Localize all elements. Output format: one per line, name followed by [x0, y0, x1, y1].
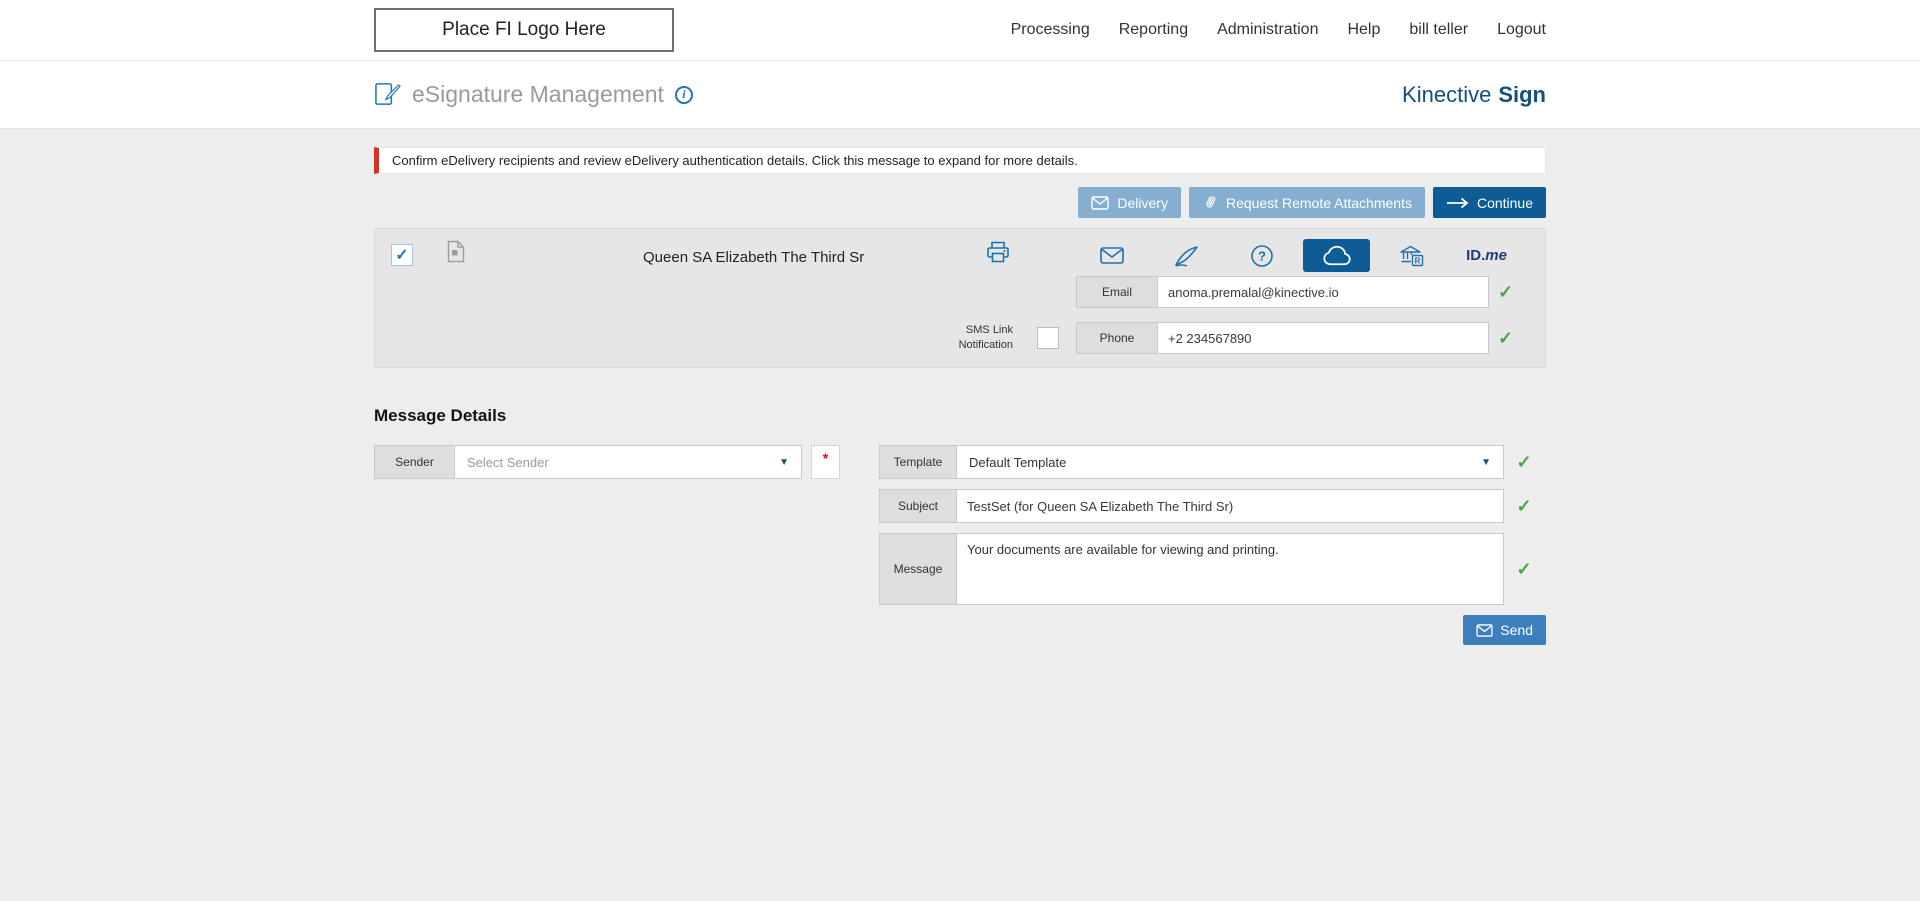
delivery-button-label: Delivery: [1117, 194, 1168, 211]
send-row: Send: [879, 615, 1546, 645]
esign-pen-icon[interactable]: [1153, 239, 1220, 272]
delivery-method-icons: ? R ID. me: [1074, 239, 1524, 272]
esignature-doc-pen-icon: [374, 81, 401, 108]
phone-row: Phone ✓: [1076, 322, 1513, 354]
top-nav: Processing Reporting Administration Help…: [1011, 21, 1546, 39]
template-row: Template Default Template ▼ ✓: [879, 445, 1546, 479]
template-label: Template: [879, 445, 956, 479]
email-input[interactable]: [1157, 276, 1489, 308]
send-button[interactable]: Send: [1463, 615, 1546, 645]
cloud-delivery-icon[interactable]: [1303, 239, 1370, 272]
phone-valid-check-icon: ✓: [1498, 327, 1514, 348]
idme-me: me: [1485, 247, 1507, 264]
question-glyph: ?: [1258, 248, 1266, 263]
send-button-label: Send: [1500, 622, 1533, 638]
sender-required-marker: *: [811, 445, 840, 479]
message-valid-check-icon: ✓: [1516, 558, 1532, 579]
chevron-down-icon: ▼: [1481, 456, 1491, 468]
recipient-card: ✓ Queen SA Elizabeth The Third Sr ? R ID…: [374, 228, 1546, 368]
template-select[interactable]: Default Template ▼: [956, 445, 1504, 479]
sender-placeholder: Select Sender: [467, 454, 549, 470]
actions-row: Delivery Request Remote Attachments Cont…: [374, 187, 1546, 218]
printer-icon[interactable]: [985, 240, 1011, 269]
email-delivery-icon[interactable]: [1078, 239, 1145, 272]
nav-help[interactable]: Help: [1347, 21, 1380, 39]
recipient-name: Queen SA Elizabeth The Third Sr: [643, 249, 865, 266]
sms-link-notification-label: SMS Link Notification: [958, 324, 1013, 351]
phone-input[interactable]: [1157, 322, 1489, 354]
remote-bank-icon[interactable]: R: [1378, 239, 1445, 272]
sender-select[interactable]: Select Sender ▼: [454, 445, 802, 479]
send-envelope-icon: [1476, 623, 1493, 637]
paperclip-icon: [1199, 191, 1221, 213]
main-content: Confirm eDelivery recipients and review …: [0, 129, 1920, 645]
recipient-checkbox[interactable]: ✓: [391, 244, 413, 266]
message-details-form: Sender Select Sender ▼ * Template Defaul…: [374, 445, 1546, 645]
fi-logo-placeholder: Place FI Logo Here: [374, 8, 674, 52]
sender-label: Sender: [374, 445, 454, 479]
continue-button[interactable]: Continue: [1432, 187, 1546, 218]
email-row: Email ✓: [1076, 276, 1513, 308]
message-details-heading: Message Details: [374, 406, 507, 425]
subject-valid-check-icon: ✓: [1516, 495, 1532, 516]
security-question-icon[interactable]: ?: [1228, 239, 1295, 272]
sms-notification-checkbox[interactable]: [1037, 327, 1059, 349]
arrow-right-icon: [1446, 197, 1469, 209]
brand-name: Kinective: [1402, 81, 1492, 107]
template-value: Default Template: [969, 454, 1067, 470]
idme-logo[interactable]: ID. me: [1453, 239, 1520, 272]
brand-product: Sign: [1498, 81, 1546, 107]
envelope-icon: [1091, 195, 1110, 210]
phone-label: Phone: [1076, 322, 1157, 354]
idme-id: ID.: [1466, 247, 1486, 264]
brand-logo: Kinective Sign: [1402, 82, 1546, 108]
subject-label: Subject: [879, 489, 956, 523]
nav-processing[interactable]: Processing: [1011, 21, 1090, 39]
page-title: eSignature Management: [412, 81, 664, 107]
sub-header: eSignature Management i Kinective Sign: [0, 61, 1920, 129]
chevron-down-icon: ▼: [779, 456, 789, 468]
nav-logout[interactable]: Logout: [1497, 21, 1546, 39]
template-valid-check-icon: ✓: [1516, 451, 1532, 472]
message-textarea[interactable]: Your documents are available for viewing…: [956, 533, 1504, 605]
remote-badge-glyph: R: [1415, 256, 1421, 265]
nav-reporting[interactable]: Reporting: [1119, 21, 1188, 39]
subject-input[interactable]: [956, 489, 1504, 523]
edelivery-alert-banner[interactable]: Confirm eDelivery recipients and review …: [374, 147, 1546, 174]
continue-button-label: Continue: [1476, 194, 1533, 211]
request-remote-attachments-label: Request Remote Attachments: [1225, 194, 1412, 211]
message-label: Message: [879, 533, 956, 605]
email-valid-check-icon: ✓: [1498, 281, 1514, 302]
email-label: Email: [1076, 276, 1157, 308]
subject-row: Subject ✓: [879, 489, 1546, 523]
nav-username[interactable]: bill teller: [1409, 21, 1468, 39]
request-remote-attachments-button[interactable]: Request Remote Attachments: [1188, 187, 1425, 218]
info-icon[interactable]: i: [674, 85, 693, 104]
delivery-button[interactable]: Delivery: [1078, 187, 1181, 218]
sender-row: Sender Select Sender ▼ *: [374, 445, 879, 479]
nav-administration[interactable]: Administration: [1217, 21, 1318, 39]
message-row: Message Your documents are available for…: [879, 533, 1546, 605]
document-icon: [447, 240, 465, 268]
top-header: Place FI Logo Here Processing Reporting …: [0, 0, 1920, 61]
